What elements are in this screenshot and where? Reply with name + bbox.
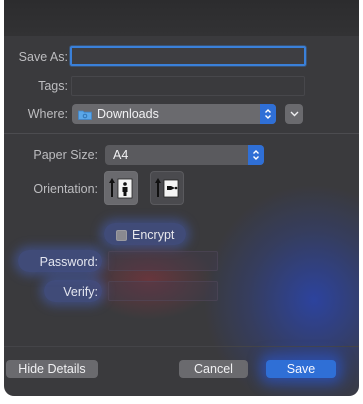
where-value: Downloads	[97, 107, 159, 121]
checkbox-icon	[116, 229, 127, 241]
chevron-down-icon	[290, 111, 299, 117]
orientation-label: Orientation:	[33, 182, 98, 196]
save-button[interactable]: Save	[266, 360, 336, 378]
section-divider	[4, 133, 359, 134]
where-label: Where:	[27, 107, 68, 121]
paper-size-popup[interactable]: A4	[105, 145, 264, 165]
password-label: Password:	[39, 255, 98, 269]
updown-chevron-icon	[248, 145, 264, 165]
tags-field[interactable]	[71, 76, 305, 96]
paper-size-value: A4	[113, 148, 129, 162]
save-dialog: Save As: Tags: Where: Downloads Paper Si…	[4, 0, 359, 396]
expand-toggle-button[interactable]	[285, 104, 303, 124]
paper-size-label: Paper Size:	[33, 148, 98, 162]
save-as-field[interactable]	[70, 46, 306, 66]
portrait-icon	[108, 176, 134, 200]
encrypt-label: Encrypt	[132, 228, 175, 242]
folder-icon	[78, 109, 92, 120]
cancel-button[interactable]: Cancel	[179, 360, 248, 378]
where-popup[interactable]: Downloads	[72, 104, 276, 124]
landscape-icon	[154, 176, 180, 200]
verify-label: Verify:	[63, 285, 98, 299]
updown-chevron-icon	[260, 104, 276, 124]
verify-field[interactable]	[108, 281, 218, 301]
tags-label: Tags:	[38, 79, 68, 93]
password-field[interactable]	[108, 251, 218, 271]
footer-divider	[4, 346, 359, 347]
save-as-label: Save As:	[18, 50, 68, 64]
hide-details-button[interactable]: Hide Details	[6, 360, 98, 378]
encrypt-checkbox[interactable]: Encrypt	[116, 228, 174, 242]
orientation-landscape-button[interactable]	[150, 171, 184, 205]
orientation-portrait-button[interactable]	[104, 171, 138, 205]
